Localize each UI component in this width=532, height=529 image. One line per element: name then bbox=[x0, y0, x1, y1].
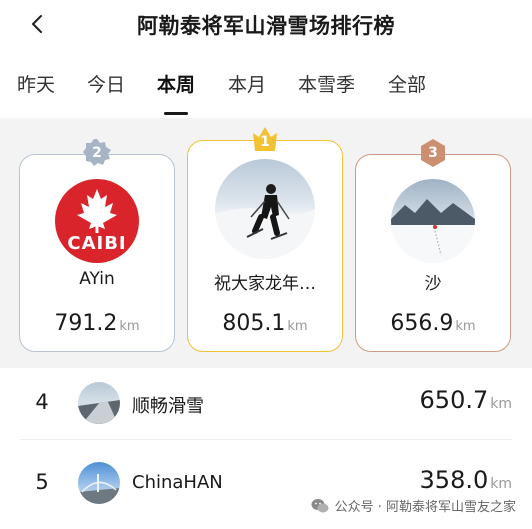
tab-all[interactable]: 全部 bbox=[388, 70, 426, 97]
podium-distance: 656.9 km bbox=[390, 311, 476, 336]
road-photo bbox=[78, 400, 120, 424]
wechat-icon bbox=[311, 498, 329, 512]
rank-badge-first: 1 bbox=[251, 125, 279, 153]
watermark-text: 公众号 · 阿勒泰将军山雪友之家 bbox=[334, 500, 516, 515]
tab-today[interactable]: 今日 bbox=[87, 70, 125, 97]
podium-name: 祝大家龙年… bbox=[214, 274, 316, 294]
snowy-lake-photo bbox=[391, 199, 475, 263]
podium-card-second[interactable]: 2 CAIBI AYin 791.2 km bbox=[19, 139, 175, 352]
user-name: ChinaHAN bbox=[132, 472, 223, 493]
distance: 650.7 km bbox=[419, 386, 512, 414]
user-name: 顺畅滑雪 bbox=[132, 396, 204, 417]
podium-name: AYin bbox=[79, 269, 115, 289]
tab-this-season[interactable]: 本雪季 bbox=[298, 70, 355, 97]
tab-yesterday[interactable]: 昨天 bbox=[17, 70, 55, 97]
podium-distance: 791.2 km bbox=[54, 311, 140, 336]
podium-name: 沙 bbox=[424, 274, 442, 294]
avatar-first bbox=[215, 159, 315, 259]
podium-card-third[interactable]: 3 沙 656.9 km bbox=[355, 139, 511, 352]
podium-distance: 805.1 km bbox=[222, 311, 308, 336]
watermark: 公众号 · 阿勒泰将军山雪友之家 bbox=[311, 496, 516, 515]
list-item[interactable]: 4 顺畅滑雪 650.7 km bbox=[0, 368, 532, 440]
avatar-logo-text: CAIBI bbox=[67, 233, 127, 254]
avatar-second: CAIBI bbox=[55, 179, 139, 263]
rank-number: 5 bbox=[35, 470, 49, 494]
period-tabs: 昨天 今日 本周 本月 本雪季 全部 bbox=[0, 64, 532, 118]
avatar-third bbox=[391, 179, 475, 263]
leaderboard-content: 2 CAIBI AYin 791.2 km 1 祝大家龙年… 805.1 km … bbox=[0, 118, 532, 529]
page-title: 阿勒泰将军山滑雪场排行榜 bbox=[137, 14, 395, 38]
header: 阿勒泰将军山滑雪场排行榜 bbox=[0, 0, 532, 52]
rank-badge-second: 2 bbox=[83, 139, 111, 167]
tab-this-month[interactable]: 本月 bbox=[228, 70, 266, 97]
tab-this-week[interactable]: 本周 bbox=[157, 70, 195, 97]
podium-card-first[interactable]: 1 祝大家龙年… 805.1 km bbox=[187, 127, 343, 352]
rank-number: 4 bbox=[35, 390, 49, 414]
skier-photo bbox=[215, 184, 315, 259]
active-tab-indicator bbox=[164, 112, 188, 115]
distance: 358.0 km bbox=[419, 466, 512, 494]
avatar bbox=[78, 382, 120, 424]
rank-badge-third: 3 bbox=[419, 139, 447, 167]
divider bbox=[20, 439, 512, 440]
avatar bbox=[78, 462, 120, 504]
bridge-photo bbox=[78, 474, 120, 504]
